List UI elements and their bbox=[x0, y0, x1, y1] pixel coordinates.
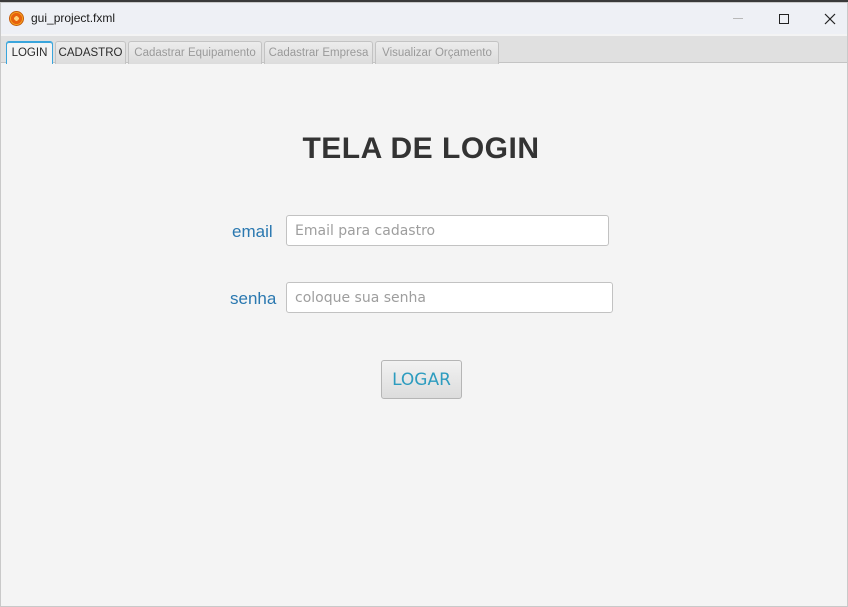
login-button[interactable]: LOGAR bbox=[381, 360, 462, 399]
tab-bar: LOGIN CADASTRO Cadastrar Equipamento Cad… bbox=[1, 36, 847, 64]
tab-login[interactable]: LOGIN bbox=[6, 41, 53, 64]
window-title: gui_project.fxml bbox=[31, 11, 116, 25]
close-button[interactable] bbox=[807, 3, 848, 34]
senha-label: senha bbox=[230, 289, 277, 308]
tab-cadastrar-equipamento[interactable]: Cadastrar Equipamento bbox=[128, 41, 262, 64]
app-window: gui_project.fxml LOGIN CADASTRO Cadastra… bbox=[0, 2, 848, 607]
minimize-icon bbox=[733, 18, 743, 19]
page-title: TELA DE LOGIN bbox=[302, 132, 540, 165]
minimize-button[interactable] bbox=[715, 3, 761, 34]
app-logo-icon bbox=[9, 11, 24, 26]
login-panel: TELA DE LOGIN email senha LOGAR bbox=[1, 64, 847, 606]
maximize-icon bbox=[779, 13, 789, 24]
close-icon bbox=[824, 13, 836, 24]
password-field[interactable] bbox=[286, 282, 613, 313]
email-label: email bbox=[232, 222, 273, 241]
email-field[interactable] bbox=[286, 215, 609, 246]
tab-cadastrar-empresa[interactable]: Cadastrar Empresa bbox=[264, 41, 373, 64]
tab-visualizar-orcamento[interactable]: Visualizar Orçamento bbox=[375, 41, 499, 64]
title-bar[interactable]: gui_project.fxml bbox=[1, 3, 847, 34]
maximize-button[interactable] bbox=[761, 3, 807, 34]
tab-cadastro[interactable]: CADASTRO bbox=[55, 41, 126, 64]
